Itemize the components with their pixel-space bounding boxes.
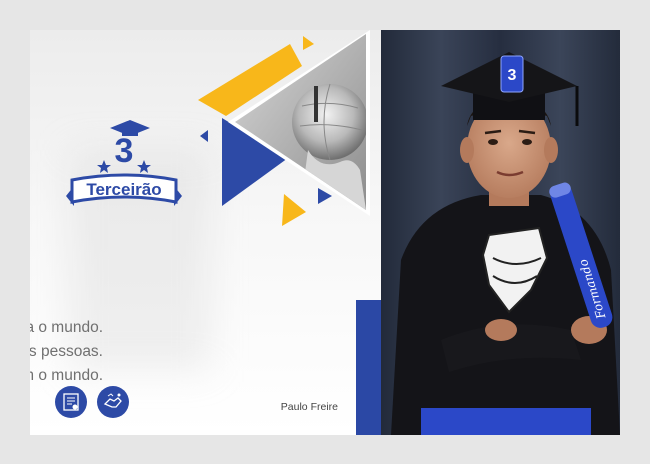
globe-photo <box>235 34 366 210</box>
logo-name: Terceirão <box>86 180 161 199</box>
quote-line-1: Educação não muda o mundo. <box>30 319 103 336</box>
handshake-icon <box>97 386 129 418</box>
graduate-illustration: 3 Formando <box>381 30 620 435</box>
quote-line-2: Educação muda as pessoas. <box>30 343 103 360</box>
terceirao-logo: 3 Terceirão <box>66 120 182 206</box>
small-blue-triangle <box>200 130 208 142</box>
graduate-photo: 3 Formando <box>381 30 620 435</box>
left-panel: 3 Terceirão Educação não muda o mundo. E… <box>30 30 381 435</box>
quote-author: Paulo Freire <box>280 401 338 413</box>
diploma-icon <box>55 386 87 418</box>
small-yellow-triangle <box>303 36 314 50</box>
small-blue-triangle-right <box>318 188 332 204</box>
triangle-collage <box>198 30 370 226</box>
small-yellow-triangle-bottom <box>282 194 306 226</box>
blue-accent-strip <box>356 300 381 435</box>
quote-block: Educação não muda o mundo. Educação muda… <box>30 316 103 388</box>
quote-line-3: Pessoas mudam o mundo. <box>30 367 103 384</box>
logo-number: 3 <box>115 132 134 170</box>
star-icon <box>97 160 111 173</box>
graduation-card: 3 Terceirão Educação não muda o mundo. E… <box>30 30 620 435</box>
star-icon <box>137 160 151 173</box>
cap-badge-number: 3 <box>508 67 517 84</box>
